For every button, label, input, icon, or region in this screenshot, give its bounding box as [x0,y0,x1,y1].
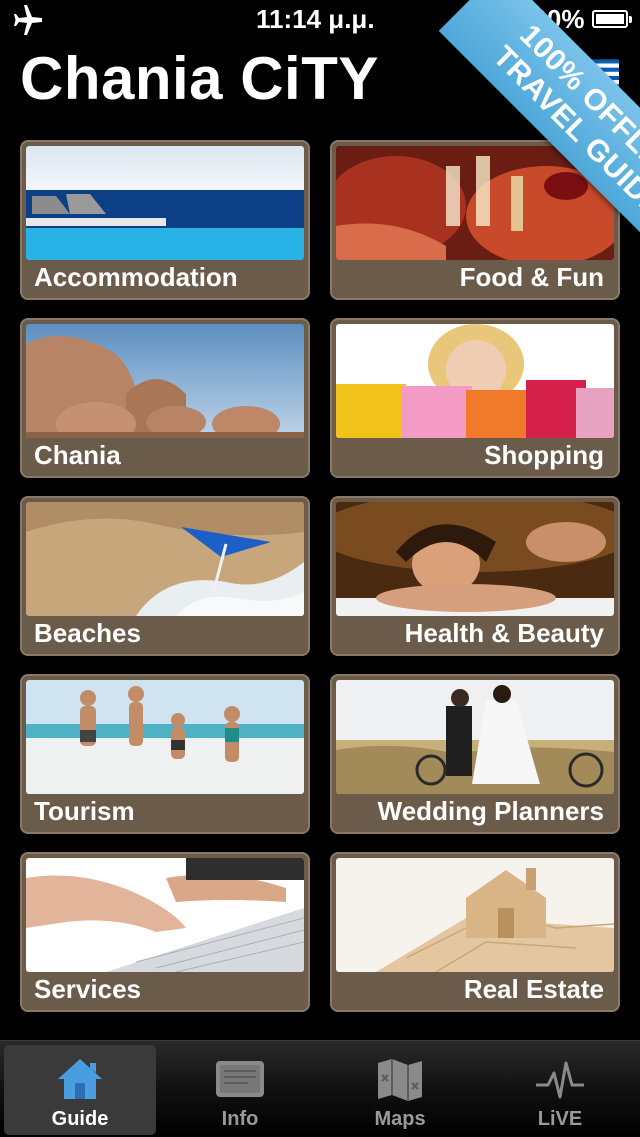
tab-live[interactable]: LiVE [484,1045,636,1135]
map-icon [378,1059,422,1101]
status-time: 11:14 μ.μ. [256,4,375,34]
wedding-planners-photo [336,680,614,794]
tile-chania[interactable]: Chania [20,318,310,478]
beaches-photo [26,502,304,616]
tile-shopping[interactable]: Shopping [330,318,620,478]
tile-label: Wedding Planners [377,796,604,826]
tile-wedding-planners[interactable]: Wedding Planners [330,674,620,834]
info-icon [216,1061,264,1097]
airplane-mode-icon [14,5,42,35]
tile-health-beauty[interactable]: Health & Beauty [330,496,620,656]
tab-label: Info [221,1108,259,1130]
tab-maps[interactable]: Maps [324,1045,476,1135]
tile-label: Tourism [34,796,135,826]
tile-tourism[interactable]: Tourism [20,674,310,834]
chania-photo [26,324,304,438]
health-beauty-photo [336,502,614,616]
tile-label: Real Estate [463,974,604,1004]
tile-label: Accommodation [34,262,238,292]
tourism-photo [26,680,304,794]
tile-beaches[interactable]: Beaches [20,496,310,656]
greek-flag-icon[interactable] [563,58,619,98]
tab-info[interactable]: Info [164,1045,316,1135]
tile-real-estate[interactable]: Real Estate [330,852,620,1012]
status-bar: 11:14 μ.μ. 100% [0,0,640,40]
shopping-photo [336,324,614,438]
tile-services[interactable]: Services [20,852,310,1012]
pulse-icon [536,1061,584,1099]
tile-label: Services [34,974,141,1004]
app-title: Chania CiTY [20,45,379,112]
tile-accommodation[interactable]: Accommodation [20,140,310,300]
tile-label: Chania [34,440,121,470]
battery-icon [592,10,632,28]
tab-label: Maps [374,1108,426,1130]
food-fun-photo [336,146,614,260]
tile-label: Health & Beauty [404,618,604,648]
tile-food-fun[interactable]: Food & Fun [330,140,620,300]
tile-label: Food & Fun [459,262,604,292]
accommodation-photo [26,146,304,260]
tab-guide[interactable]: Guide [4,1045,156,1135]
home-icon [58,1059,102,1099]
tile-label: Shopping [484,440,604,470]
tab-label: Guide [51,1108,109,1130]
tab-label: LiVE [537,1108,583,1130]
tile-label: Beaches [34,618,141,648]
tab-bar: Guide Info Maps LiVE [0,1040,640,1137]
real-estate-photo [336,858,614,972]
battery-percentage: 100% [518,4,585,34]
services-photo [26,858,304,972]
